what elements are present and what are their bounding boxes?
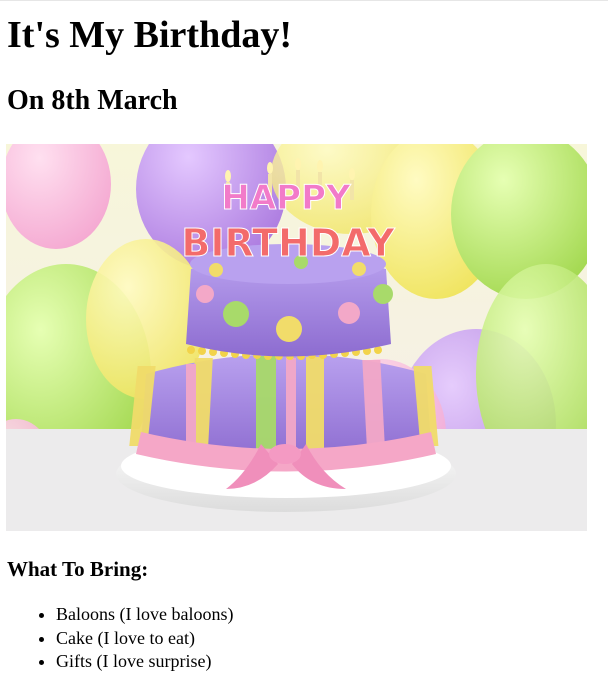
birthday-cake-image: HAPPY BIRTHDAY bbox=[6, 144, 587, 531]
top-divider bbox=[0, 0, 608, 1]
date-subtitle: On 8th March bbox=[7, 85, 178, 116]
what-to-bring-heading: What To Bring: bbox=[7, 557, 149, 581]
cake-topper-happy: HAPPY bbox=[221, 178, 351, 218]
list-item: Baloons (I love baloons) bbox=[56, 603, 233, 627]
bring-list: Baloons (I love baloons) Cake (I love to… bbox=[16, 603, 233, 674]
list-item: Gifts (I love surprise) bbox=[56, 650, 233, 674]
list-item: Cake (I love to eat) bbox=[56, 627, 233, 651]
cake-topper-birthday: BIRTHDAY bbox=[181, 221, 395, 265]
page-title: It's My Birthday! bbox=[7, 14, 292, 56]
